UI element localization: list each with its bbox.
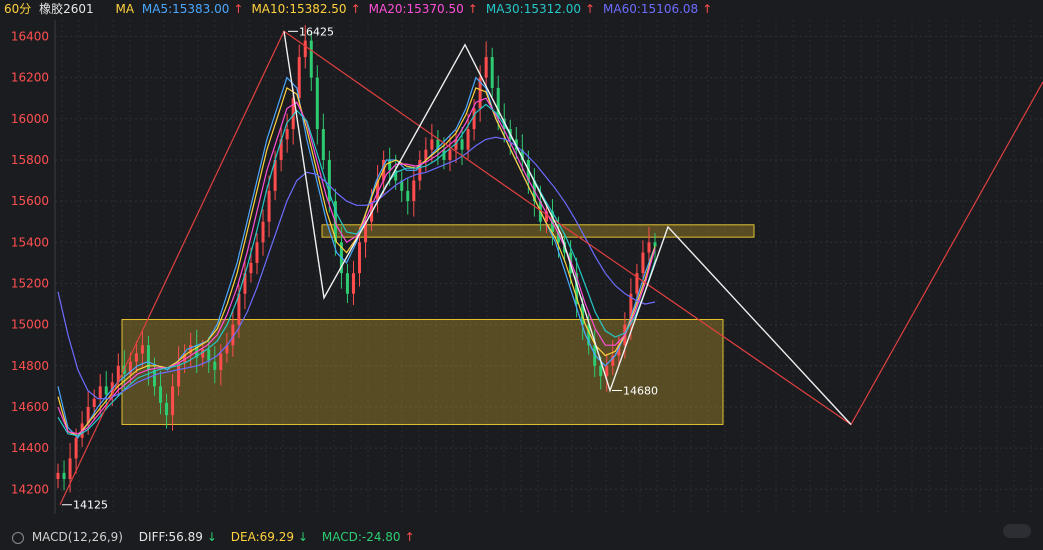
candle-body bbox=[472, 108, 476, 130]
candle-body bbox=[641, 252, 645, 274]
candle-body bbox=[219, 353, 223, 370]
ma-item-0[interactable]: MA5:15383.00 bbox=[142, 2, 230, 16]
candle-body bbox=[74, 437, 78, 459]
y-tick-label: 15200 bbox=[11, 276, 49, 290]
ma-arrow-icon: ↑ bbox=[584, 2, 596, 16]
candle-body bbox=[104, 386, 108, 395]
candle-body bbox=[412, 180, 416, 202]
chart-area[interactable]: 14200 14400 14600 14800 15000 15200 15400 15600… bbox=[0, 0, 1043, 546]
candle-body bbox=[315, 77, 319, 130]
candle-body bbox=[460, 139, 464, 150]
annotation-label: 14125 bbox=[73, 499, 108, 512]
candle-body bbox=[152, 369, 156, 387]
dea-value: DEA:69.29 bbox=[230, 530, 294, 544]
candle-body bbox=[321, 129, 325, 160]
candle-body bbox=[68, 458, 72, 480]
kline-chart[interactable]: 14200 14400 14600 14800 15000 15200 15400 15600… bbox=[0, 0, 1043, 546]
diff-value: DIFF:56.89 bbox=[138, 530, 203, 544]
candle-body bbox=[56, 472, 60, 480]
diff-arrow-icon: ↓ bbox=[206, 530, 217, 544]
indicator-header: 60分 橡胶2601 MA MA5:15383.00 ↑ MA10:15382.50… bbox=[0, 0, 1043, 18]
ma-item-2[interactable]: MA20:15370.50 bbox=[369, 2, 464, 16]
candle-body bbox=[255, 242, 259, 263]
candle-body bbox=[249, 262, 253, 274]
candle-body bbox=[140, 345, 144, 354]
ma-arrow-icon: ↑ bbox=[702, 2, 713, 16]
ma-arrow-icon: ↑ bbox=[233, 2, 244, 16]
ma-label[interactable]: MA bbox=[115, 2, 134, 16]
candle-body bbox=[98, 386, 102, 399]
y-tick-label: 15800 bbox=[11, 153, 49, 167]
annotation-label: 16425 bbox=[299, 25, 334, 38]
annotation-label: 14680 bbox=[623, 385, 658, 398]
candle-body bbox=[430, 139, 434, 150]
y-tick-label: 14200 bbox=[11, 482, 49, 496]
y-tick-label: 14600 bbox=[11, 400, 49, 414]
candle-body bbox=[484, 57, 488, 78]
candle-body bbox=[134, 353, 138, 362]
candle-body bbox=[647, 242, 651, 253]
candle-body bbox=[599, 365, 603, 377]
candle-body bbox=[653, 242, 657, 247]
zone-rect bbox=[321, 224, 755, 238]
close-circle-icon[interactable] bbox=[12, 531, 24, 544]
watermark-logo bbox=[1003, 524, 1031, 538]
ma-values: MA5:15383.00 ↑ MA10:15382.50 ↑ MA20:15370.50… bbox=[142, 2, 720, 16]
candle-body bbox=[388, 159, 392, 171]
symbol-label[interactable]: 橡胶2601 bbox=[39, 2, 94, 16]
y-tick-label: 16200 bbox=[11, 71, 49, 85]
y-tick-label: 15000 bbox=[11, 318, 49, 332]
period-label[interactable]: 60分 bbox=[4, 2, 31, 16]
macd-header: MACD(12,26,9) DIFF:56.89 ↓ DEA:69.29 ↓ MAC… bbox=[0, 528, 1043, 546]
candle-body bbox=[358, 242, 362, 274]
zigzag-red-line bbox=[59, 30, 1043, 505]
macd-arrow-icon: ↑ bbox=[404, 530, 415, 544]
y-tick-label: 16000 bbox=[11, 112, 49, 126]
candle-body bbox=[213, 361, 217, 370]
macd-label[interactable]: MACD(12,26,9) bbox=[32, 530, 123, 544]
candle-body bbox=[159, 386, 163, 403]
candle-body bbox=[351, 273, 355, 294]
candle-body bbox=[309, 40, 313, 78]
y-tick-label: 16400 bbox=[11, 29, 49, 43]
candle-body bbox=[448, 149, 452, 160]
macd-value: MACD:-24.80 bbox=[321, 530, 401, 544]
ma-item-1[interactable]: MA10:15382.50 bbox=[251, 2, 346, 16]
dea-arrow-icon: ↓ bbox=[297, 530, 309, 544]
y-tick-label: 15400 bbox=[11, 235, 49, 249]
y-tick-label: 14400 bbox=[11, 441, 49, 455]
ma-arrow-icon: ↑ bbox=[350, 2, 361, 16]
candle-body bbox=[303, 40, 307, 58]
candle-body bbox=[62, 472, 66, 480]
ma-arrow-icon: ↑ bbox=[467, 2, 478, 16]
candle-body bbox=[406, 190, 410, 202]
candle-body bbox=[165, 402, 169, 416]
y-tick-label: 14800 bbox=[11, 359, 49, 373]
candle-body bbox=[92, 398, 96, 407]
candle-body bbox=[466, 129, 470, 150]
candle-body bbox=[345, 273, 349, 294]
candle-body bbox=[261, 221, 265, 243]
candle-body bbox=[267, 190, 271, 222]
ma-item-3[interactable]: MA30:15312.00 bbox=[486, 2, 581, 16]
candle-body bbox=[285, 129, 289, 140]
ma-item-4[interactable]: MA60:15106.08 bbox=[603, 2, 698, 16]
y-tick-label: 15600 bbox=[11, 194, 49, 208]
candle-body bbox=[418, 159, 422, 181]
candle-body bbox=[490, 57, 494, 88]
candle-body bbox=[171, 386, 175, 416]
